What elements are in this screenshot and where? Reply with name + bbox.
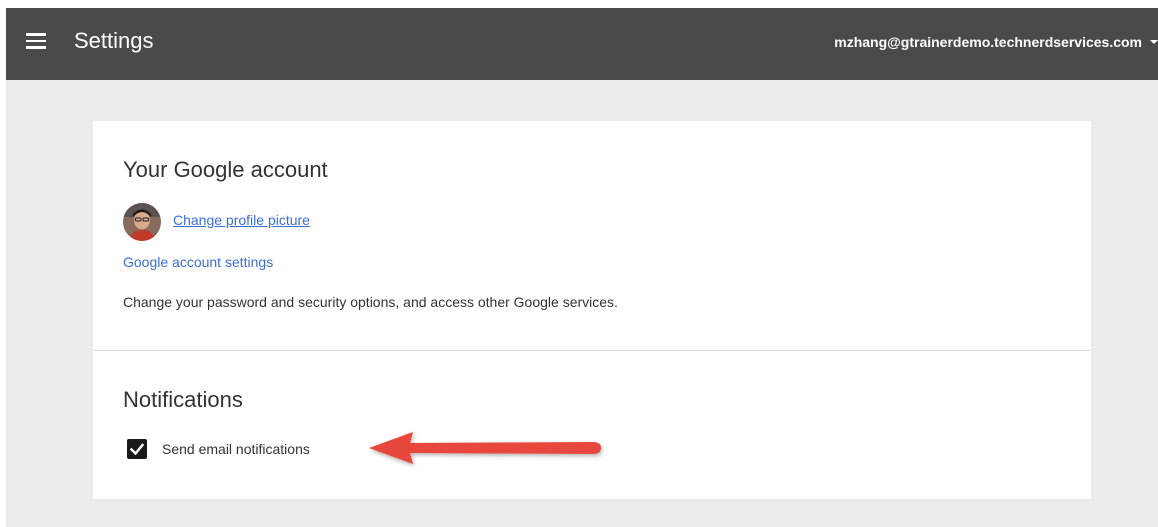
settings-card: Your Google account Change profile pictu… bbox=[93, 121, 1091, 499]
hamburger-menu-icon[interactable] bbox=[26, 33, 46, 49]
section-divider bbox=[93, 350, 1091, 351]
checkmark-icon bbox=[129, 443, 145, 456]
google-account-settings-link[interactable]: Google account settings bbox=[123, 254, 273, 270]
account-section-title: Your Google account bbox=[123, 157, 328, 182]
send-email-notifications-label: Send email notifications bbox=[162, 441, 310, 457]
top-app-bar: Settings mzhang@gtrainerdemo.technerdser… bbox=[6, 8, 1158, 80]
account-description: Change your password and security option… bbox=[123, 294, 618, 310]
settings-window: Settings mzhang@gtrainerdemo.technerdser… bbox=[6, 8, 1158, 527]
send-email-notifications-checkbox[interactable] bbox=[127, 439, 147, 459]
caret-down-icon bbox=[1150, 40, 1158, 44]
page-title: Settings bbox=[74, 28, 154, 53]
change-profile-picture-link[interactable]: Change profile picture bbox=[173, 212, 310, 228]
account-menu-button[interactable]: mzhang@gtrainerdemo.technerdservices.com bbox=[834, 32, 1158, 52]
account-email: mzhang@gtrainerdemo.technerdservices.com bbox=[834, 34, 1142, 50]
profile-avatar bbox=[123, 203, 161, 241]
red-arrow-icon bbox=[369, 432, 601, 464]
notifications-section-title: Notifications bbox=[123, 387, 243, 412]
